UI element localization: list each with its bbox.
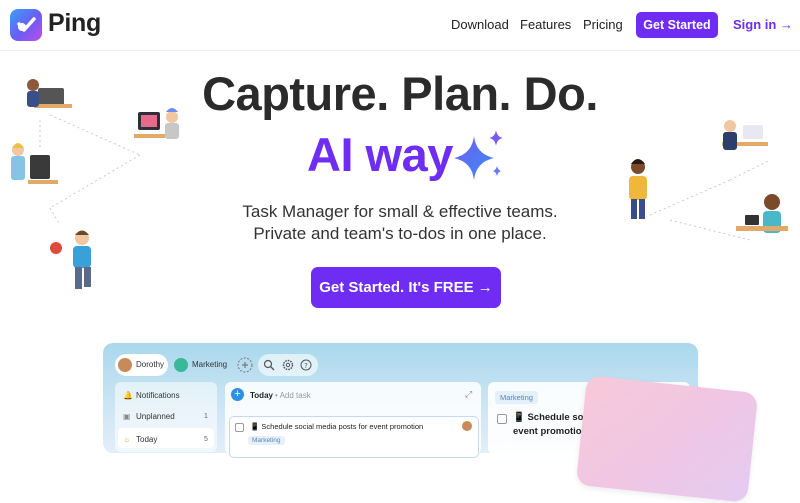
brand-name[interactable]: Ping <box>48 9 101 38</box>
today-count: 5 <box>204 436 208 443</box>
calendar-icon: ▣ <box>123 412 131 421</box>
task-title: 📱 Schedule social media posts for event … <box>250 422 424 431</box>
avatar <box>462 421 472 431</box>
task-tag: Marketing <box>248 436 285 445</box>
sidebar-item-today[interactable]: Today <box>136 435 157 444</box>
sign-in-link[interactable]: Sign in → <box>733 17 793 32</box>
hero-headline: Capture. Plan. Do. <box>202 67 598 120</box>
help-icon[interactable]: ? <box>300 359 312 371</box>
person-with-coffee-icon <box>11 143 58 184</box>
nav-link-features[interactable]: Features <box>520 17 571 32</box>
detail-tag: Marketing <box>495 391 538 404</box>
detail-title-line-2: event promotio <box>513 426 582 437</box>
decorative-pink-card <box>575 375 759 503</box>
today-panel-title: Today <box>250 391 273 400</box>
sidebar-item-unplanned[interactable]: Unplanned <box>136 412 175 421</box>
avatar <box>174 358 188 372</box>
svg-text:?: ? <box>304 362 308 370</box>
hero-subtitle-line-2: Private and team's to-dos in one place. <box>253 224 547 243</box>
avatar <box>118 358 132 372</box>
nav-link-pricing[interactable]: Pricing <box>583 17 623 32</box>
workspace-tab-label: Dorothy <box>136 360 165 369</box>
workspace-tab-marketing[interactable]: Marketing <box>171 354 233 376</box>
add-icon[interactable] <box>237 357 253 373</box>
unplanned-count: 1 <box>204 413 208 420</box>
detail-title-line-1: 📱 Schedule soc <box>513 412 589 423</box>
expand-icon[interactable]: ⤢ <box>465 389 472 400</box>
get-started-free-button[interactable]: Get Started. It's FREE → <box>311 267 501 308</box>
top-nav: Ping Download Features Pricing Get Start… <box>0 0 800 51</box>
task-checkbox[interactable] <box>235 423 244 432</box>
gear-icon[interactable] <box>282 359 294 371</box>
workspace-tab-label: Marketing <box>192 360 228 369</box>
detail-checkbox[interactable] <box>497 414 507 424</box>
hero-subtitle-line-1: Task Manager for small & effective teams… <box>242 202 558 221</box>
hero-headline-accent: AI way <box>307 128 453 181</box>
bell-icon: 🔔 <box>123 391 133 400</box>
person-with-laptop-icon <box>722 120 768 150</box>
right-team-illustration <box>629 120 788 241</box>
search-icon[interactable] <box>263 359 275 371</box>
add-task-input[interactable]: • Add task <box>275 391 311 400</box>
sidebar-selected-bg <box>118 428 214 448</box>
ping-logo-icon[interactable] <box>10 9 42 41</box>
sun-icon: ☼ <box>123 435 131 444</box>
get-started-button[interactable]: Get Started <box>636 12 718 38</box>
nav-link-download[interactable]: Download <box>451 17 509 32</box>
ai-sparkle-icon <box>454 130 503 180</box>
add-task-icon[interactable]: + <box>231 388 244 401</box>
sidebar-item-notifications[interactable]: Notifications <box>136 391 180 400</box>
workspace-tab-dorothy[interactable]: Dorothy <box>115 354 168 376</box>
